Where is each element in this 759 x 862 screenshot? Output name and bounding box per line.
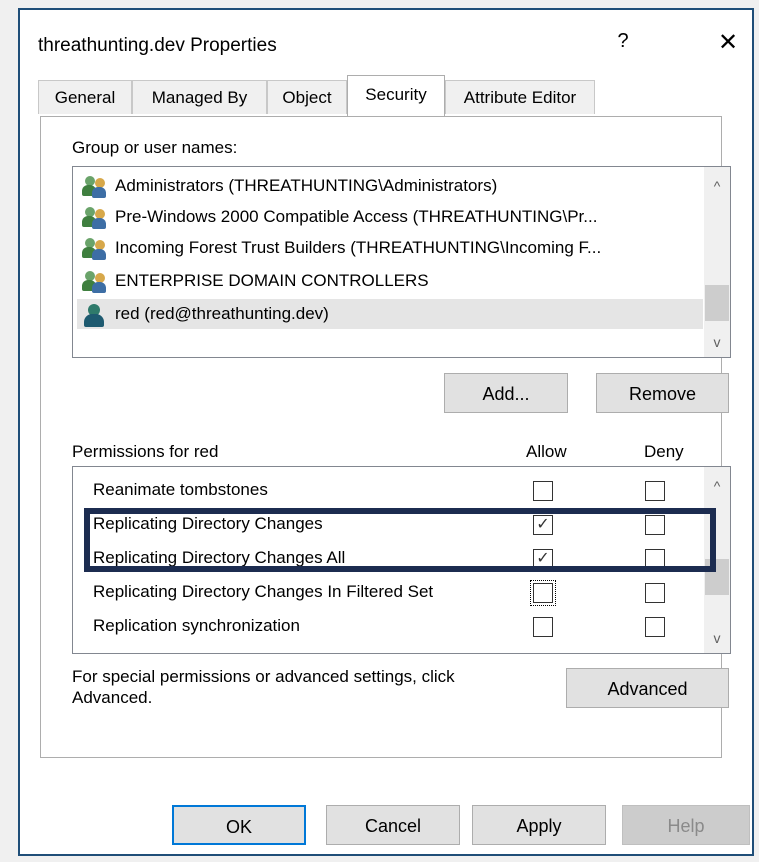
scroll-up-icon[interactable]: ^ (704, 473, 730, 499)
deny-checkbox[interactable] (645, 583, 665, 603)
permission-name: Replication synchronization (93, 616, 300, 635)
help-button: Help (622, 805, 750, 845)
apply-button[interactable]: Apply (472, 805, 606, 845)
tab-security[interactable]: Security (347, 75, 445, 116)
principal-name: Pre-Windows 2000 Compatible Access (THRE… (115, 207, 598, 226)
help-title-button[interactable]: ? (610, 30, 636, 58)
permission-row: Reanimate tombstones (73, 475, 703, 509)
allow-checkbox[interactable] (533, 617, 553, 637)
principal-name: red (red@threathunting.dev) (115, 304, 329, 323)
scroll-down-icon[interactable]: v (704, 329, 730, 355)
advanced-button[interactable]: Advanced (566, 668, 729, 708)
add-button[interactable]: Add... (444, 373, 568, 413)
permission-name: Reanimate tombstones (93, 480, 268, 499)
list-item[interactable]: ENTERPRISE DOMAIN CONTROLLERS (81, 266, 429, 296)
title-bar: threathunting.dev Properties ? ✕ (20, 10, 752, 72)
group-icon (81, 237, 111, 260)
permission-name: Replicating Directory Changes In Filtere… (93, 582, 434, 601)
group-icon (81, 175, 111, 198)
highlight-box (84, 508, 716, 572)
tab-object[interactable]: Object (267, 80, 347, 114)
close-icon[interactable]: ✕ (714, 28, 742, 58)
user-icon (81, 303, 111, 327)
deny-checkbox[interactable] (645, 617, 665, 637)
window-title: threathunting.dev Properties (38, 35, 277, 56)
scroll-down-icon[interactable]: v (704, 625, 730, 651)
allow-header: Allow (526, 442, 567, 461)
list-item[interactable]: Incoming Forest Trust Builders (THREATHU… (81, 233, 601, 263)
permissions-label: Permissions for red (72, 442, 219, 461)
permission-row: Replication synchronization (73, 611, 703, 645)
list-item[interactable]: Pre-Windows 2000 Compatible Access (THRE… (81, 202, 597, 232)
ok-button[interactable]: OK (172, 805, 306, 845)
deny-header: Deny (644, 442, 684, 461)
allow-checkbox[interactable] (533, 481, 553, 501)
scroll-up-icon[interactable]: ^ (704, 173, 730, 199)
remove-button[interactable]: Remove (596, 373, 729, 413)
principals-scrollbar[interactable]: ^ v (704, 167, 730, 357)
group-icon (81, 206, 111, 229)
cancel-button[interactable]: Cancel (326, 805, 460, 845)
advanced-note: For special permissions or advanced sett… (72, 667, 455, 707)
principal-name: Administrators (THREATHUNTING\Administra… (115, 176, 498, 195)
allow-checkbox[interactable] (530, 580, 556, 606)
list-item[interactable]: Administrators (THREATHUNTING\Administra… (81, 171, 497, 201)
deny-checkbox[interactable] (645, 481, 665, 501)
principals-list[interactable]: Administrators (THREATHUNTING\Administra… (72, 166, 731, 358)
principal-name: Incoming Forest Trust Builders (THREATHU… (115, 238, 602, 257)
permission-row: Replicating Directory Changes In Filtere… (73, 577, 703, 611)
tab-managed-by[interactable]: Managed By (132, 80, 267, 114)
group-names-label: Group or user names: (72, 138, 238, 157)
scroll-thumb[interactable] (705, 285, 729, 321)
list-item-selected[interactable]: red (red@threathunting.dev) (77, 299, 703, 329)
principal-name: ENTERPRISE DOMAIN CONTROLLERS (115, 271, 429, 290)
group-icon (81, 270, 111, 293)
tab-general[interactable]: General (38, 80, 132, 114)
tab-attribute-editor[interactable]: Attribute Editor (445, 80, 595, 114)
